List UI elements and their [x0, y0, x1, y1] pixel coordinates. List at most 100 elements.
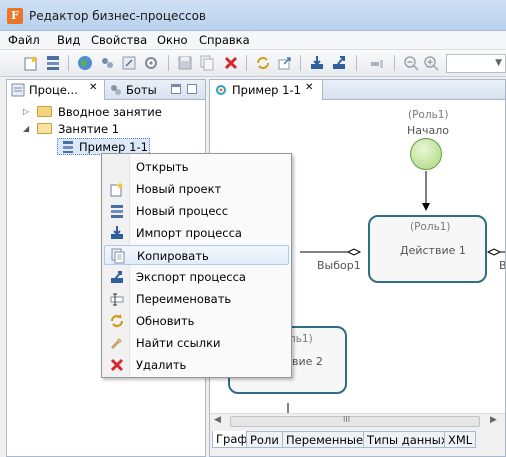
connector-icon[interactable] — [368, 54, 386, 72]
tree-item-label: Пример 1-1 — [79, 140, 148, 154]
tree-item-label: Вводное занятие — [58, 105, 162, 119]
menu-item-label: Копировать — [137, 249, 209, 263]
copy-icon — [111, 248, 125, 264]
tab-example-1-1[interactable]: Пример 1-1 ✕ — [210, 80, 323, 100]
import-icon[interactable] — [308, 54, 326, 72]
tab-xml[interactable]: XML — [444, 431, 477, 448]
tree-item-label: Занятие 1 — [58, 122, 120, 136]
close-icon[interactable]: ✕ — [305, 82, 313, 93]
action2-label: вие 2 — [292, 355, 323, 368]
toolbar-separator — [246, 55, 247, 71]
tab-bots[interactable]: Боты — [106, 80, 166, 100]
zoom-in-icon[interactable] — [422, 54, 440, 72]
import-icon — [111, 226, 123, 239]
menu-item-import[interactable]: Импорт процесса — [104, 223, 289, 243]
delete-icon — [110, 358, 124, 372]
context-menu: Открыть Новый проект Новый процесс Импор… — [101, 153, 292, 378]
title-bar: F Редактор бизнес-процессов — [0, 0, 506, 31]
toolbar-separator — [68, 55, 69, 71]
bot-icon[interactable] — [98, 54, 116, 72]
rename-icon — [110, 293, 124, 306]
export-icon — [111, 271, 123, 283]
scroll-thumb[interactable]: III — [230, 415, 480, 427]
collapse-icon[interactable]: ◢ — [23, 124, 32, 133]
new-process-icon — [111, 205, 123, 218]
diagram-icon — [216, 85, 226, 95]
folder-icon — [37, 106, 52, 117]
menu-item-find-references[interactable]: Найти ссылки — [104, 333, 289, 353]
menu-item-label: Новый процесс — [136, 204, 229, 218]
folder-open-icon — [37, 123, 52, 134]
export-image-icon[interactable] — [120, 54, 138, 72]
menu-item-delete[interactable]: Удалить — [104, 355, 289, 375]
menu-window[interactable]: Окно — [157, 33, 188, 47]
tab-processes[interactable]: Проце... ✕ — [7, 80, 105, 100]
save-icon[interactable] — [176, 54, 194, 72]
menu-item-label: Обновить — [136, 314, 195, 328]
process-explorer-icon — [11, 83, 25, 97]
minimize-icon[interactable] — [171, 84, 181, 94]
refresh-icon — [110, 314, 124, 328]
delete-icon[interactable] — [222, 54, 240, 72]
menu-item-label: Переименовать — [136, 292, 232, 306]
menu-item-label: Найти ссылки — [136, 336, 221, 350]
menu-item-label: Открыть — [136, 160, 189, 174]
menu-help[interactable]: Справка — [199, 33, 250, 47]
scroll-left-icon[interactable]: ◀ — [214, 415, 221, 425]
editor-tabbar: Пример 1-1 ✕ — [210, 80, 505, 100]
close-icon[interactable]: ✕ — [89, 82, 97, 93]
action1-label: Действие 1 — [400, 244, 466, 257]
menu-item-rename[interactable]: Переименовать — [104, 289, 289, 309]
menu-file[interactable]: Файл — [8, 33, 40, 47]
menu-item-label: Импорт процесса — [136, 226, 242, 240]
toolbar-separator — [394, 55, 395, 71]
new-process-icon[interactable] — [44, 54, 62, 72]
menu-item-new-project[interactable]: Новый проект — [104, 179, 289, 199]
action1-role-label: (Роль1) — [410, 221, 451, 233]
zoom-out-icon[interactable] — [402, 54, 420, 72]
menu-item-label: Новый проект — [136, 182, 222, 196]
new-project-icon[interactable] — [22, 54, 40, 72]
scroll-right-icon[interactable]: ▶ — [490, 415, 497, 425]
action2-role-label: ль1) — [289, 333, 313, 345]
choice-label: Выбор1 — [317, 259, 361, 272]
menu-properties[interactable]: Свойства — [91, 33, 147, 47]
right-node-label: В — [499, 259, 505, 272]
share-icon[interactable] — [276, 54, 294, 72]
menu-item-refresh[interactable]: Обновить — [104, 311, 289, 331]
tree-item-lesson1[interactable]: ◢ Занятие 1 — [7, 121, 205, 138]
tab-processes-label: Проце... — [29, 83, 78, 97]
menu-item-label: Удалить — [136, 358, 187, 372]
action-node-1[interactable]: (Роль1) Действие 1 — [368, 215, 487, 283]
copy-icon[interactable] — [198, 54, 216, 72]
panel-tabbar: Проце... ✕ Боты — [7, 80, 205, 100]
toolbar-separator — [356, 55, 357, 71]
maximize-icon[interactable] — [187, 84, 197, 94]
settings-icon[interactable] — [142, 54, 160, 72]
export-icon[interactable] — [330, 54, 348, 72]
horizontal-scrollbar[interactable]: ◀ III ▶ — [210, 413, 505, 429]
new-project-icon — [110, 182, 124, 197]
menu-item-new-process[interactable]: Новый процесс — [104, 201, 289, 221]
menu-item-export[interactable]: Экспорт процесса — [104, 267, 289, 287]
menu-bar: Файл Вид Свойства Окно Справка — [0, 31, 506, 50]
tab-data-types[interactable]: Типы данных — [363, 431, 452, 448]
expand-icon[interactable]: ▷ — [23, 107, 32, 116]
menu-item-open[interactable]: Открыть — [104, 157, 289, 177]
menu-view[interactable]: Вид — [57, 33, 80, 47]
globe-icon[interactable] — [76, 54, 94, 72]
app-logo-icon: F — [7, 8, 23, 24]
scroll-grip: III — [343, 415, 351, 424]
tab-variables[interactable]: Переменные — [282, 431, 368, 448]
toolbar: ▼ — [0, 50, 506, 77]
zoom-combo[interactable]: ▼ — [446, 54, 506, 73]
menu-item-copy[interactable]: Копировать — [104, 245, 289, 265]
tree-item-intro[interactable]: ▷ Вводное занятие — [7, 104, 205, 121]
tab-bots-label: Боты — [126, 83, 157, 97]
tab-roles[interactable]: Роли — [246, 431, 283, 448]
window-title: Редактор бизнес-процессов — [29, 9, 206, 23]
refresh-icon[interactable] — [254, 54, 272, 72]
editor-bottom-tabs: Граф Роли Переменные Типы данных XML — [210, 429, 505, 456]
find-references-icon — [110, 338, 122, 350]
bot-icon — [111, 85, 121, 95]
